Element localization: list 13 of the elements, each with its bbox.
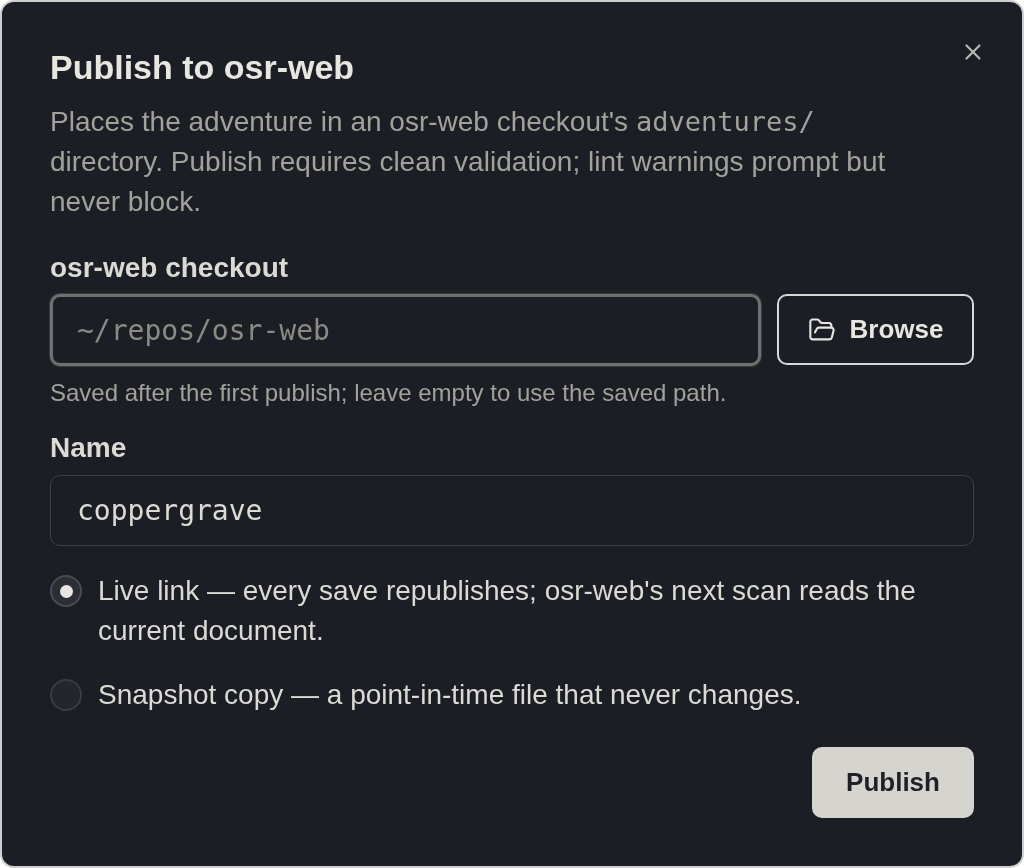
dialog-title: Publish to osr-web [50, 47, 355, 87]
radio-label: Live link — every save republishes; osr-web's next scan reads the current document. [98, 574, 917, 648]
field-hint: Saved after the first publish; leave empty to use the saved path. [50, 379, 728, 407]
field-label: osr-web checkout [50, 252, 290, 284]
browse-button[interactable]: Browse [777, 294, 974, 365]
publish-button[interactable]: Publish [812, 747, 974, 818]
input-field[interactable]: coppergrave [50, 475, 974, 546]
field-label: Name [50, 432, 128, 464]
radio-button[interactable] [50, 679, 82, 711]
radio-button[interactable] [50, 575, 82, 607]
dialog-description: Places the adventure in an osr-web checkout's adventures/ directory. Publish requires clean validation; lint warnings prompt but never block. [50, 105, 887, 219]
input-field[interactable]: ~/repos/osr-web [50, 294, 761, 366]
radio-label: Snapshot copy — a point-in-time file that never changes. [98, 678, 802, 712]
